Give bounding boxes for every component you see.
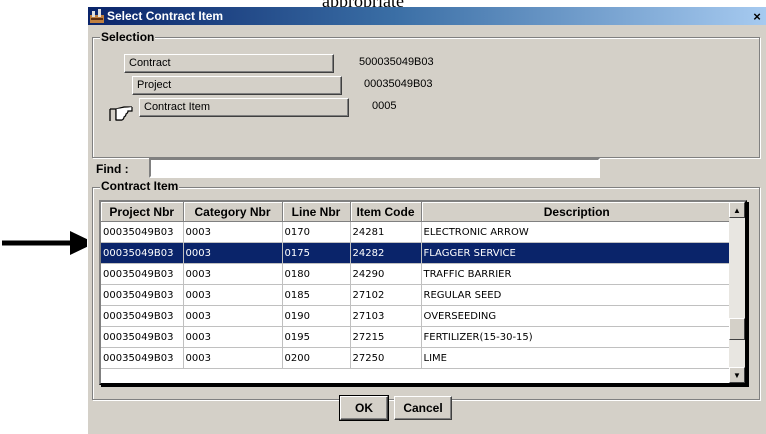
- column-header-project-nbr[interactable]: Project Nbr: [101, 202, 184, 222]
- cell-description: TRAFFIC BARRIER: [421, 263, 733, 285]
- project-value: 00035049B03: [364, 78, 433, 90]
- scroll-down-icon[interactable]: ▼: [729, 367, 745, 383]
- table-row[interactable]: 00035049B03 0003 0200 27250 LIME: [101, 347, 733, 369]
- cell-line-nbr: 0175: [282, 242, 351, 264]
- column-header-line-nbr[interactable]: Line Nbr: [282, 202, 351, 222]
- cell-line-nbr: 0170: [282, 221, 351, 243]
- scroll-up-icon[interactable]: ▲: [729, 202, 745, 218]
- cell-project-nbr: 00035049B03: [101, 284, 184, 306]
- cell-line-nbr: 0195: [282, 326, 351, 348]
- cell-description: LIME: [421, 347, 733, 369]
- contract-item-grid[interactable]: Project Nbr Category Nbr Line Nbr Item C…: [99, 200, 747, 385]
- column-header-category-nbr[interactable]: Category Nbr: [183, 202, 283, 222]
- table-row[interactable]: 00035049B03 0003 0185 27102 REGULAR SEED: [101, 284, 733, 306]
- title-bar: Select Contract Item ×: [88, 7, 766, 25]
- cell-line-nbr: 0185: [282, 284, 351, 306]
- window-title: Select Contract Item: [107, 9, 224, 23]
- cell-project-nbr: 00035049B03: [101, 242, 184, 264]
- cell-category-nbr: 0003: [183, 347, 283, 369]
- cell-item-code: 27102: [350, 284, 422, 306]
- cell-description: FLAGGER SERVICE: [421, 242, 733, 264]
- cell-item-code: 27103: [350, 305, 422, 327]
- cell-item-code: 24290: [350, 263, 422, 285]
- cell-category-nbr: 0003: [183, 242, 283, 264]
- contract-item-button[interactable]: Contract Item: [139, 98, 349, 117]
- cell-project-nbr: 00035049B03: [101, 305, 184, 327]
- cell-line-nbr: 0200: [282, 347, 351, 369]
- ok-button[interactable]: OK: [339, 395, 389, 421]
- vertical-scrollbar[interactable]: ▲ ▼: [729, 202, 745, 383]
- cell-description: REGULAR SEED: [421, 284, 733, 306]
- contract-button[interactable]: Contract: [124, 54, 334, 73]
- cell-line-nbr: 0190: [282, 305, 351, 327]
- scroll-thumb[interactable]: [729, 318, 745, 340]
- contract-item-table: Project Nbr Category Nbr Line Nbr Item C…: [101, 202, 733, 369]
- cell-description: FERTILIZER(15-30-15): [421, 326, 733, 348]
- table-row[interactable]: 00035049B03 0003 0170 24281 ELECTRONIC A…: [101, 221, 733, 243]
- table-row[interactable]: 00035049B03 0003 0180 24290 TRAFFIC BARR…: [101, 263, 733, 285]
- cell-category-nbr: 0003: [183, 284, 283, 306]
- cell-category-nbr: 0003: [183, 326, 283, 348]
- find-label: Find :: [96, 162, 129, 176]
- pointing-hand-icon: [109, 106, 133, 121]
- cell-line-nbr: 0180: [282, 263, 351, 285]
- table-row[interactable]: 00035049B03 0003 0195 27215 FERTILIZER(1…: [101, 326, 733, 348]
- cell-category-nbr: 0003: [183, 263, 283, 285]
- cell-category-nbr: 0003: [183, 305, 283, 327]
- cell-project-nbr: 00035049B03: [101, 221, 184, 243]
- project-button[interactable]: Project: [132, 76, 342, 95]
- table-row-selected[interactable]: 00035049B03 0003 0175 24282 FLAGGER SERV…: [101, 242, 733, 264]
- cell-description: ELECTRONIC ARROW: [421, 221, 733, 243]
- selection-group-label: Selection: [100, 30, 156, 44]
- find-input[interactable]: [149, 158, 600, 178]
- cell-project-nbr: 00035049B03: [101, 326, 184, 348]
- column-header-description[interactable]: Description: [421, 202, 733, 222]
- select-contract-item-dialog: Select Contract Item × Selection Contrac…: [87, 7, 766, 434]
- contract-value: 500035049B03: [359, 56, 434, 68]
- cancel-button[interactable]: Cancel: [394, 396, 452, 420]
- cell-item-code: 27215: [350, 326, 422, 348]
- contract-item-value: 0005: [372, 100, 397, 112]
- arrow-right-icon: [2, 231, 95, 255]
- cell-item-code: 24282: [350, 242, 422, 264]
- contract-item-group-label: Contract Item: [100, 179, 180, 193]
- cell-project-nbr: 00035049B03: [101, 263, 184, 285]
- cell-category-nbr: 0003: [183, 221, 283, 243]
- column-header-item-code[interactable]: Item Code: [350, 202, 422, 222]
- cell-item-code: 24281: [350, 221, 422, 243]
- close-icon[interactable]: ×: [750, 9, 764, 24]
- table-header-row: Project Nbr Category Nbr Line Nbr Item C…: [101, 202, 733, 222]
- cell-project-nbr: 00035049B03: [101, 347, 184, 369]
- cell-item-code: 27250: [350, 347, 422, 369]
- table-row[interactable]: 00035049B03 0003 0190 27103 OVERSEEDING: [101, 305, 733, 327]
- cell-description: OVERSEEDING: [421, 305, 733, 327]
- app-icon: [90, 9, 104, 23]
